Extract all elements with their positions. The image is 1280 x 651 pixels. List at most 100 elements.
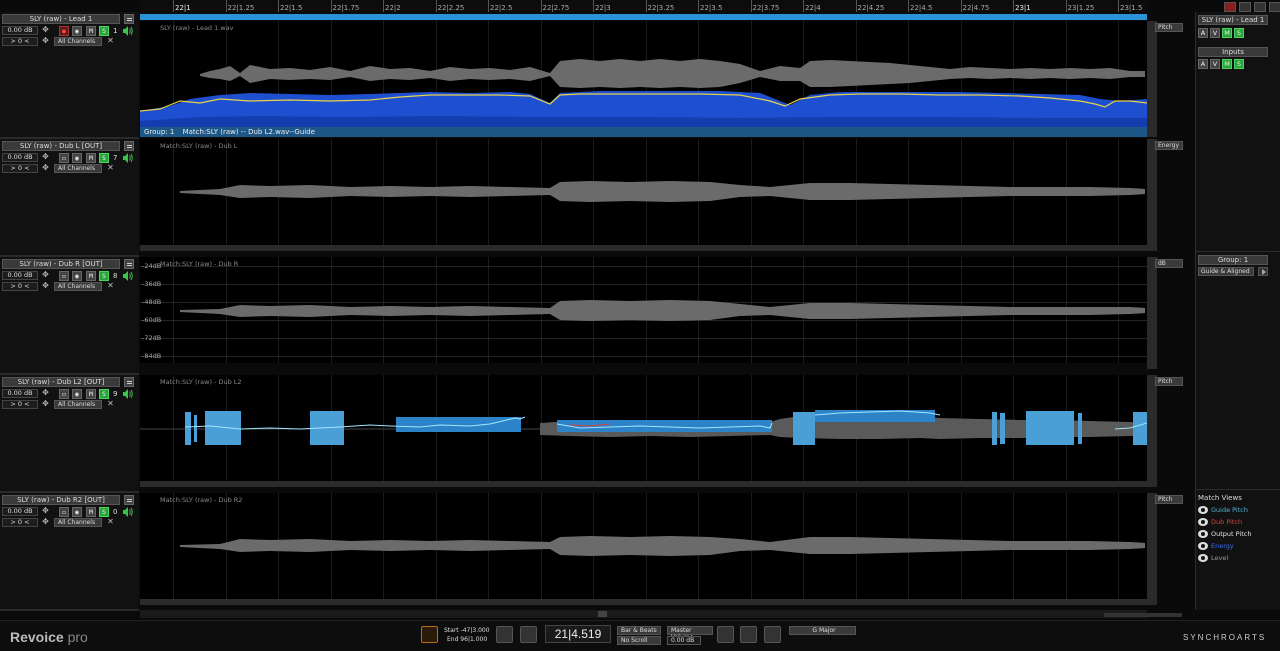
track-lane-dub-r2[interactable]: Match:SLY (raw) - Dub R2 [140, 493, 1147, 599]
track-pan[interactable]: > 0 < [2, 164, 38, 173]
avms-button-m[interactable]: M [1222, 59, 1232, 69]
track-gain[interactable]: 0.00 dB [2, 153, 38, 162]
lane-scrollbar[interactable] [140, 481, 1147, 487]
channels-select[interactable]: All Channels [54, 37, 102, 46]
avms-button-a[interactable]: A [1198, 28, 1208, 38]
speaker-icon[interactable] [122, 506, 134, 518]
play-icon[interactable] [1258, 267, 1268, 276]
solo-button[interactable]: S [99, 507, 109, 517]
remove-icon[interactable]: ✕ [106, 37, 115, 46]
speaker-icon[interactable] [122, 270, 134, 282]
settings-icon[interactable]: ◉ [72, 153, 82, 163]
settings-icon[interactable]: ◉ [72, 271, 82, 281]
avms-button-v[interactable]: V [1210, 59, 1220, 69]
track-lane-dub-r[interactable]: -24dB -36dB -48dB -60dB -72dB -84dB Match:SLY… [140, 257, 1147, 363]
track-gain[interactable]: 0.00 dB [2, 389, 38, 398]
timeline-ruler[interactable]: 22|1 22|1.25 22|1.5 22|1.75 22|2 22|2.25 22|2.… [140, 0, 1147, 14]
pan-adjust-icon[interactable]: ✥ [41, 164, 50, 173]
record-icon[interactable] [1224, 2, 1236, 12]
match-view-item[interactable]: Dub Pitch [1198, 517, 1242, 527]
group-bar[interactable]: Group: 1 Match:SLY (raw) -- Dub L2.wav--… [140, 127, 1147, 137]
track-pan[interactable]: > 0 < [2, 282, 38, 291]
alien-icon[interactable] [717, 626, 734, 643]
channels-select[interactable]: All Channels [54, 400, 102, 409]
mute-button[interactable]: M [86, 153, 96, 163]
lock-icon[interactable]: ▭ [59, 271, 69, 281]
speaker-icon[interactable] [122, 388, 134, 400]
track-menu-icon[interactable] [124, 141, 134, 151]
settings-icon[interactable]: ◉ [72, 26, 82, 36]
mute-button[interactable]: M [86, 271, 96, 281]
expand-horizontal-icon[interactable] [1239, 2, 1251, 12]
lane-vscroll[interactable] [1147, 139, 1157, 251]
master-volume-value[interactable]: 0.00 dB [667, 636, 701, 645]
eye-icon[interactable] [1198, 554, 1208, 562]
track-name[interactable]: SLY (raw) - Dub L2 [OUT] [2, 377, 120, 387]
eye-icon[interactable] [1198, 542, 1208, 550]
track-menu-icon[interactable] [124, 377, 134, 387]
match-view-item[interactable]: Level [1198, 553, 1228, 563]
settings-icon[interactable]: ◉ [72, 507, 82, 517]
key-select[interactable]: G Major [789, 626, 856, 635]
pan-adjust-icon[interactable]: ✥ [41, 518, 50, 527]
avms-button-s[interactable]: S [1234, 59, 1244, 69]
track-gain[interactable]: 0.00 dB [2, 507, 38, 516]
avms-button-s[interactable]: S [1234, 28, 1244, 38]
speaker-icon[interactable] [122, 25, 134, 37]
lock-icon[interactable]: ▭ [59, 389, 69, 399]
track-lane-dub-l[interactable]: Match:SLY (raw) - Dub L [140, 139, 1147, 245]
remove-icon[interactable]: ✕ [106, 164, 115, 173]
match-view-item[interactable]: Energy [1198, 541, 1234, 551]
collapse-icon[interactable] [1254, 2, 1266, 12]
gain-adjust-icon[interactable]: ✥ [41, 153, 50, 162]
view-select-dub-r2[interactable]: Pitch [1155, 495, 1183, 504]
group-mode-select[interactable]: Guide & Aligned [1198, 267, 1254, 276]
channels-select[interactable]: All Channels [54, 282, 102, 291]
gain-adjust-icon[interactable]: ✥ [41, 26, 50, 35]
remove-icon[interactable]: ✕ [106, 400, 115, 409]
match-view-item[interactable]: Guide Pitch [1198, 505, 1248, 515]
match-view-item[interactable]: Output Pitch [1198, 529, 1251, 539]
track-menu-icon[interactable] [124, 259, 134, 269]
lock-icon[interactable]: ▭ [59, 507, 69, 517]
view-select-lead-1[interactable]: Pitch [1155, 23, 1183, 32]
timebase-select[interactable]: Bar & Beats [617, 626, 661, 635]
track-lane-lead-1[interactable]: SLY (raw) - Lead 1.wav Group: 1 Match:SL… [140, 21, 1147, 137]
solo-button[interactable]: S [99, 271, 109, 281]
lane-vscroll[interactable] [1147, 375, 1157, 487]
gain-adjust-icon[interactable]: ✥ [41, 271, 50, 280]
remove-icon[interactable]: ✕ [106, 518, 115, 527]
record-icon[interactable]: ● [59, 26, 69, 36]
mute-button[interactable]: M [86, 26, 96, 36]
scroll-mode-select[interactable]: No Scroll [617, 636, 661, 645]
track-name[interactable]: SLY (raw) - Dub L [OUT] [2, 141, 120, 151]
track-pan[interactable]: > 0 < [2, 518, 38, 527]
mute-button[interactable]: M [86, 507, 96, 517]
track-name[interactable]: SLY (raw) - Lead 1 [2, 14, 120, 24]
undo-icon[interactable] [496, 626, 513, 643]
speaker-icon[interactable] [122, 152, 134, 164]
eye-icon[interactable] [1198, 530, 1208, 538]
solo-button[interactable]: S [99, 153, 109, 163]
eye-icon[interactable] [1198, 506, 1208, 514]
channels-select[interactable]: All Channels [54, 164, 102, 173]
lock-icon[interactable]: ▭ [59, 153, 69, 163]
eye-icon[interactable] [1198, 518, 1208, 526]
gain-adjust-icon[interactable]: ✥ [41, 507, 50, 516]
view-select-dub-l2[interactable]: Pitch [1155, 377, 1183, 386]
track-pan[interactable]: > 0 < [2, 400, 38, 409]
zoom-slider[interactable] [1104, 613, 1182, 617]
lane-vscroll[interactable] [1147, 493, 1157, 605]
remove-icon[interactable]: ✕ [106, 282, 115, 291]
avms-button-m[interactable]: M [1222, 28, 1232, 38]
lane-vscroll[interactable] [1147, 21, 1157, 137]
view-select-dub-r[interactable]: dB [1155, 259, 1183, 268]
avms-button-a[interactable]: A [1198, 59, 1208, 69]
track-menu-icon[interactable] [124, 14, 134, 24]
track-pan[interactable]: > 0 < [2, 37, 38, 46]
track-lane-dub-l2[interactable]: Match:SLY (raw) - Dub L2 [140, 375, 1147, 481]
scroll-thumb[interactable] [598, 611, 607, 617]
track-gain[interactable]: 0.00 dB [2, 26, 38, 35]
pan-adjust-icon[interactable]: ✥ [41, 37, 50, 46]
playback-range-bar[interactable] [140, 14, 1147, 20]
